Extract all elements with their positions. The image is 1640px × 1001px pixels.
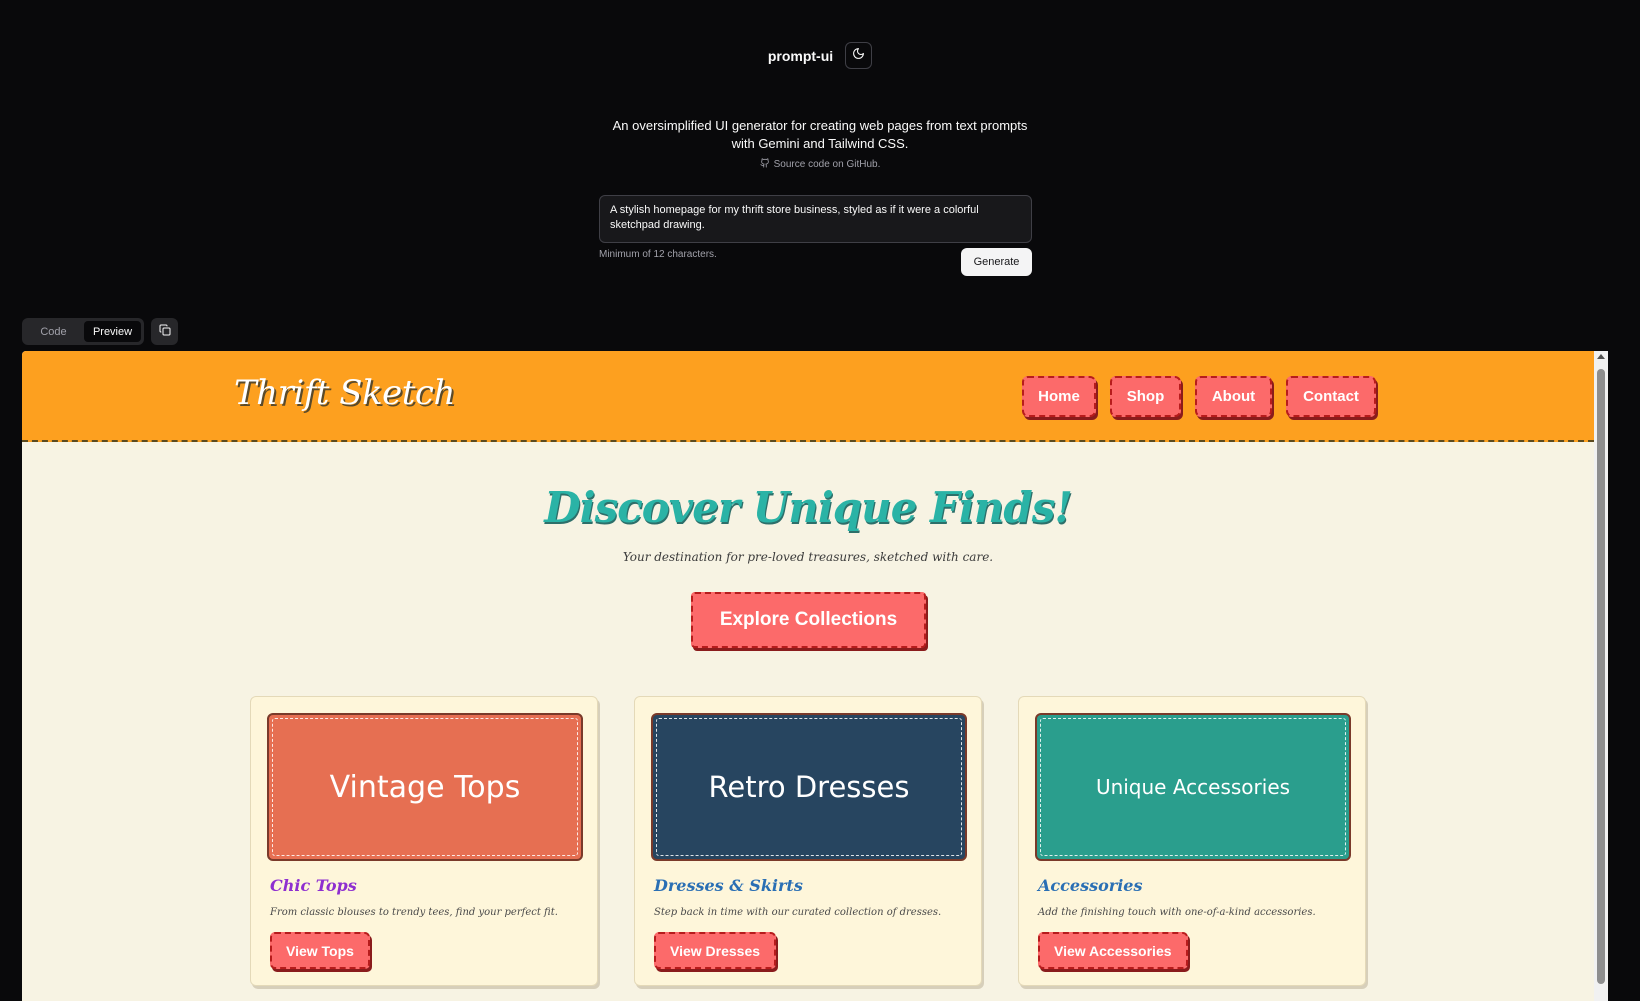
nav-shop[interactable]: Shop — [1110, 376, 1181, 417]
preview-frame: Thrift Sketch Home Shop About Contact Di… — [22, 351, 1608, 1001]
category-card: Retro Dresses Dresses & Skirts Step back… — [634, 696, 982, 986]
card-image: Vintage Tops — [267, 713, 583, 861]
source-link-label: Source code on GitHub. — [773, 159, 881, 170]
site-nav-links: Home Shop About Contact — [1022, 376, 1376, 417]
app-title: prompt-ui — [767, 47, 834, 64]
github-icon — [760, 158, 770, 171]
explore-collections-button[interactable]: Explore Collections — [691, 592, 926, 648]
category-card: Vintage Tops Chic Tops From classic blou… — [250, 696, 598, 986]
tab-code[interactable]: Code — [25, 321, 82, 342]
view-toggle: Code Preview — [22, 318, 144, 345]
prompt-hint: Minimum of 12 characters. — [599, 249, 717, 260]
card-title: Chic Tops — [270, 876, 357, 895]
tab-preview[interactable]: Preview — [84, 321, 141, 342]
source-code-link[interactable]: Source code on GitHub. — [0, 158, 1640, 171]
view-dresses-button[interactable]: View Dresses — [654, 932, 777, 969]
site-logo[interactable]: Thrift Sketch — [234, 373, 455, 413]
card-description: From classic blouses to trendy tees, fin… — [270, 907, 558, 918]
card-title: Accessories — [1038, 876, 1143, 895]
theme-toggle-button[interactable] — [845, 42, 873, 69]
view-accessories-button[interactable]: View Accessories — [1038, 932, 1188, 969]
card-description: Add the finishing touch with one-of-a-ki… — [1038, 907, 1316, 918]
generate-button[interactable]: Generate — [961, 248, 1032, 276]
scroll-up-arrow-icon[interactable] — [1597, 354, 1605, 359]
site-navbar: Thrift Sketch Home Shop About Contact — [22, 351, 1594, 442]
card-description: Step back in time with our curated colle… — [654, 907, 942, 918]
tagline: An oversimplified UI generator for creat… — [612, 118, 1028, 151]
nav-home[interactable]: Home — [1022, 376, 1096, 417]
hero-subtitle: Your destination for pre-loved treasures… — [622, 550, 994, 564]
copy-icon — [159, 323, 171, 341]
nav-contact[interactable]: Contact — [1286, 376, 1376, 417]
card-image: Unique Accessories — [1035, 713, 1351, 861]
app-header: prompt-ui — [0, 42, 1640, 69]
moon-icon — [852, 47, 865, 65]
card-image: Retro Dresses — [651, 713, 967, 861]
category-card: Unique Accessories Accessories Add the f… — [1018, 696, 1366, 986]
preview-scrollbar[interactable] — [1594, 351, 1608, 1001]
scrollbar-thumb[interactable] — [1597, 369, 1605, 984]
prompt-input[interactable]: A stylish homepage for my thrift store b… — [599, 195, 1032, 243]
view-tops-button[interactable]: View Tops — [270, 932, 370, 969]
nav-about[interactable]: About — [1195, 376, 1272, 417]
hero-title: Discover Unique Finds! — [544, 483, 1073, 532]
copy-button[interactable] — [151, 318, 178, 345]
card-title: Dresses & Skirts — [654, 876, 803, 895]
